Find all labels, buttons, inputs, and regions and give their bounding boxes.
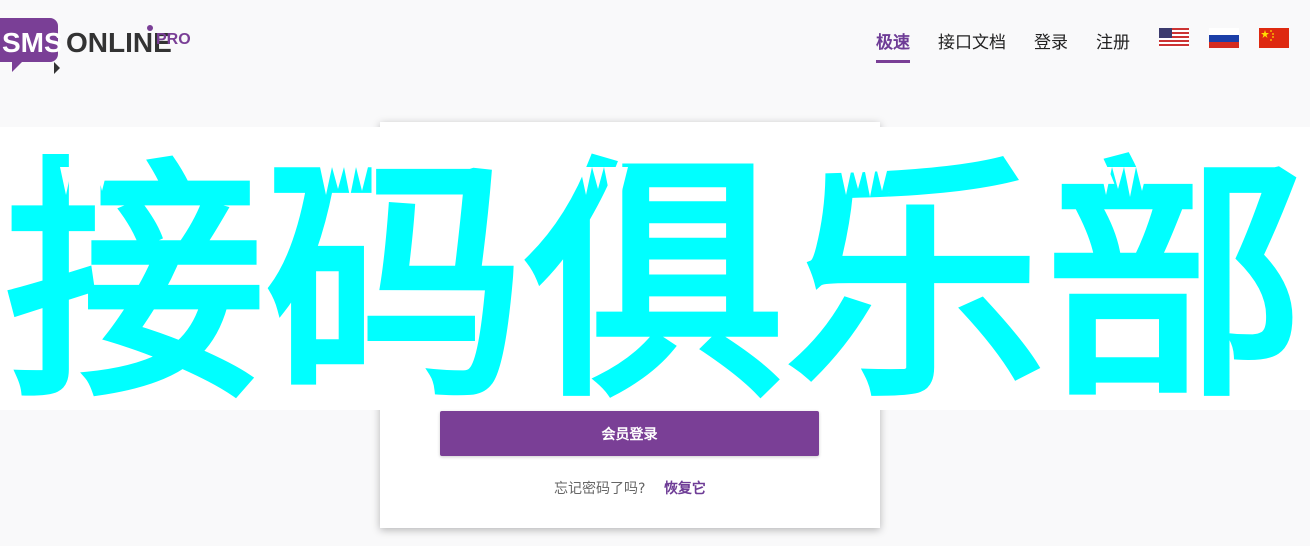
- china-flag-icon[interactable]: [1259, 28, 1289, 48]
- logo[interactable]: SMS ONLINE PRO: [0, 14, 190, 76]
- forgot-password-row: 忘记密码了吗? 恢复它: [380, 478, 880, 498]
- nav-item-speed[interactable]: 极速: [876, 28, 910, 53]
- nav-item-api-docs[interactable]: 接口文档: [938, 28, 1006, 53]
- nav-item-register[interactable]: 注册: [1096, 28, 1130, 53]
- banner-text: 接码俱乐部: [5, 136, 1305, 410]
- logo-pro-text: PRO: [156, 31, 190, 48]
- recover-password-link[interactable]: 恢复它: [664, 481, 706, 497]
- nav-active-underline: [876, 60, 910, 63]
- logo-sms-text: SMS: [2, 27, 63, 58]
- nav-item-login[interactable]: 登录: [1034, 28, 1068, 53]
- russia-flag-icon[interactable]: [1209, 28, 1239, 48]
- member-login-button[interactable]: 会员登录: [440, 411, 819, 456]
- forgot-password-text: 忘记密码了吗?: [554, 481, 646, 497]
- banner-overlay: 接码俱乐部: [0, 127, 1310, 410]
- us-flag-icon[interactable]: [1159, 28, 1189, 48]
